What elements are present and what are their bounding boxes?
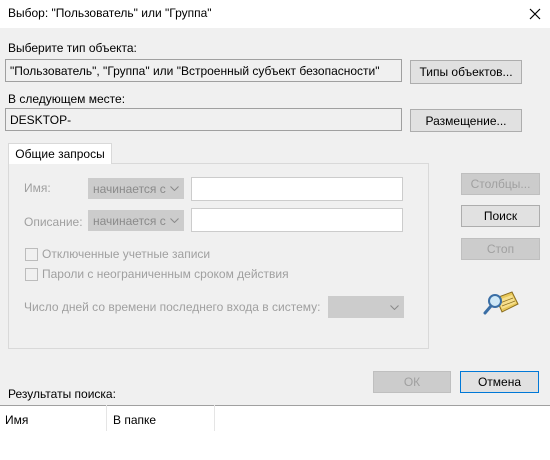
disabled-accounts-label: Отключенные учетные записи — [42, 247, 211, 261]
chevron-down-icon — [386, 297, 403, 317]
name-match-select[interactable]: начинается с — [88, 178, 184, 199]
name-input[interactable] — [191, 177, 403, 201]
close-icon[interactable] — [520, 0, 550, 28]
object-type-value: "Пользователь", "Группа" или "Встроенный… — [10, 63, 380, 78]
object-type-label: Выберите тип объекта: — [8, 41, 137, 55]
locations-button[interactable]: Размещение... — [410, 109, 522, 132]
column-divider[interactable] — [106, 405, 107, 431]
columns-button[interactable]: Столбцы... — [461, 173, 540, 195]
ok-button[interactable]: ОК — [373, 371, 451, 393]
search-results-label: Результаты поиска: — [8, 387, 116, 401]
results-column-name[interactable]: Имя — [5, 413, 28, 427]
tab-general-queries[interactable]: Общие запросы — [8, 143, 112, 164]
chevron-down-icon — [166, 179, 183, 198]
description-input[interactable] — [191, 208, 403, 232]
description-label: Описание: — [24, 215, 83, 229]
name-match-value: начинается с — [93, 181, 166, 196]
window-title: Выбор: "Пользователь" или "Группа" — [8, 6, 212, 20]
days-since-logon-select[interactable] — [328, 296, 404, 318]
description-match-select[interactable]: начинается с — [88, 210, 184, 231]
location-label: В следующем месте: — [8, 92, 126, 106]
location-field: DESKTOP- — [5, 108, 402, 131]
search-button[interactable]: Поиск — [461, 205, 540, 227]
results-column-folder[interactable]: В папке — [113, 413, 156, 427]
nonexpiring-passwords-checkbox[interactable] — [25, 268, 38, 281]
search-results-list[interactable] — [0, 405, 550, 460]
description-match-value: начинается с — [93, 213, 166, 228]
chevron-down-icon — [166, 211, 183, 230]
stop-button[interactable]: Стоп — [461, 238, 540, 260]
location-value: DESKTOP- — [10, 112, 72, 127]
object-type-field: "Пользователь", "Группа" или "Встроенный… — [5, 59, 402, 82]
name-label: Имя: — [24, 181, 51, 195]
object-types-button[interactable]: Типы объектов... — [410, 60, 522, 84]
magnifier-directory-icon — [482, 288, 520, 320]
nonexpiring-passwords-label: Пароли с неограниченным сроком действия — [42, 267, 289, 281]
days-since-logon-label: Число дней со времени последнего входа в… — [24, 300, 321, 314]
cancel-button[interactable]: Отмена — [460, 371, 539, 393]
column-divider[interactable] — [214, 405, 215, 431]
disabled-accounts-checkbox[interactable] — [25, 248, 38, 261]
